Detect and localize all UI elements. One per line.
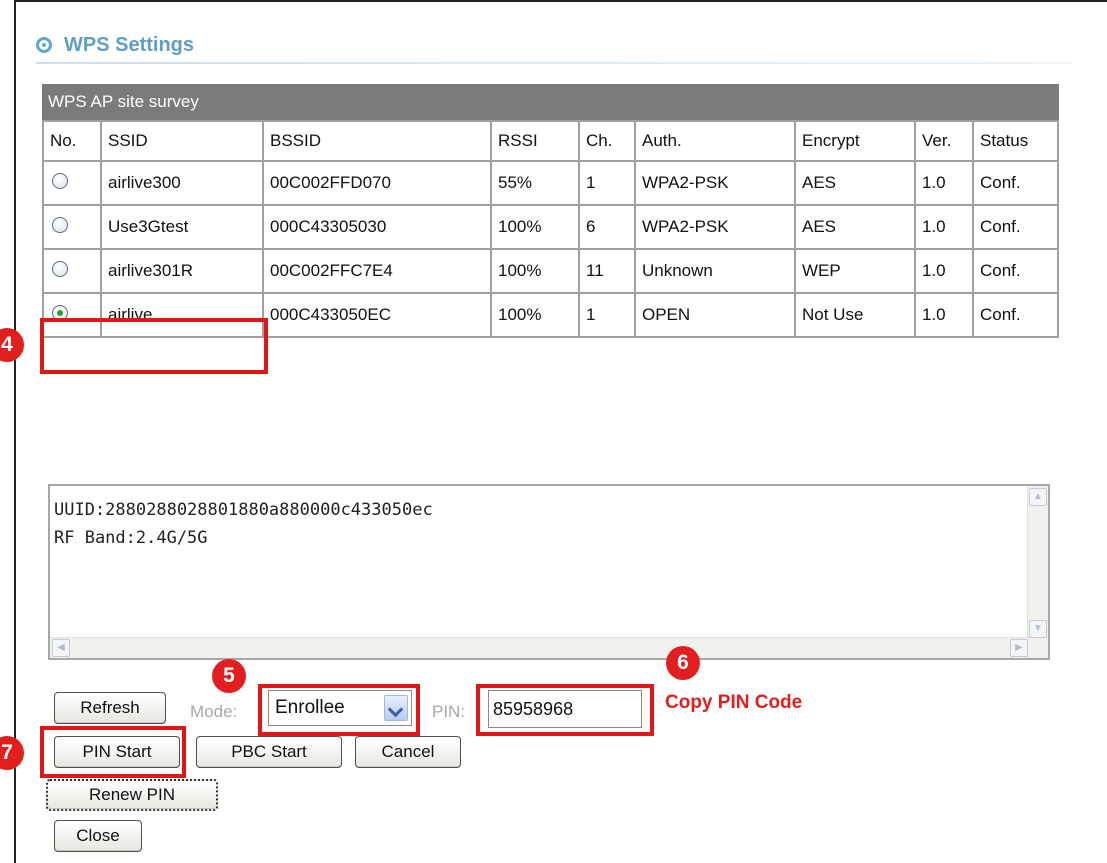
step-badge-5: 5 [212, 659, 246, 693]
bssid-cell: 00C002FFD070 [262, 160, 492, 206]
ssid-cell: airlive [100, 292, 264, 338]
encrypt-cell: WEP [794, 248, 916, 294]
bssid-cell: 00C002FFC7E4 [262, 248, 492, 294]
column-header: No. [42, 120, 102, 162]
column-header: Auth. [634, 120, 796, 162]
table-row[interactable]: Use3Gtest 000C43305030 100% 6 WPA2-PSK A… [42, 204, 1059, 250]
ssid-cell: airlive300 [100, 160, 264, 206]
column-header: Encrypt [794, 120, 916, 162]
rf-band-line: RF Band:2.4G/5G [54, 528, 208, 548]
row-select-cell [42, 160, 102, 206]
column-header: Ch. [578, 120, 636, 162]
encrypt-cell: AES [794, 204, 916, 250]
copy-pin-annotation: Copy PIN Code [665, 692, 803, 713]
auth-cell: WPA2-PSK [634, 204, 796, 250]
site-survey-table: No. SSID BSSID RSSI Ch. Auth. Encrypt Ve… [42, 120, 1059, 338]
scroll-up-icon[interactable]: ▲ [1029, 488, 1047, 506]
close-button[interactable]: Close [54, 820, 142, 852]
row-select-cell [42, 292, 102, 338]
channel-cell: 1 [578, 160, 636, 206]
auth-cell: OPEN [634, 292, 796, 338]
encrypt-cell: Not Use [794, 292, 916, 338]
scroll-down-icon[interactable]: ▼ [1029, 620, 1047, 638]
mode-select-value: Enrollee [275, 697, 345, 718]
refresh-button[interactable]: Refresh [54, 692, 166, 724]
pin-start-button[interactable]: PIN Start [54, 736, 180, 768]
channel-cell: 1 [578, 292, 636, 338]
bssid-cell: 000C433050EC [262, 292, 492, 338]
site-survey-title: WPS AP site survey [42, 84, 1059, 120]
pin-label: PIN: [432, 702, 466, 721]
column-header: Status [972, 120, 1059, 162]
page-header: WPS Settings [36, 28, 194, 62]
version-cell: 1.0 [914, 204, 974, 250]
table-row[interactable]: airlive301R 00C002FFC7E4 100% 11 Unknown… [42, 248, 1059, 294]
table-row[interactable]: airlive300 00C002FFD070 55% 1 WPA2-PSK A… [42, 160, 1059, 206]
rssi-cell: 100% [490, 204, 580, 250]
column-header: RSSI [490, 120, 580, 162]
row-radio[interactable] [52, 216, 68, 233]
target-icon [36, 37, 52, 53]
status-cell: Conf. [972, 248, 1059, 294]
site-survey-panel: WPS AP site survey No. SSID BSSID RSSI C… [42, 84, 1059, 338]
rssi-cell: 100% [490, 248, 580, 294]
horizontal-scrollbar[interactable]: ◀ ▶ [50, 637, 1030, 658]
status-cell: Conf. [972, 292, 1059, 338]
row-select-cell [42, 248, 102, 294]
table-header-row: No. SSID BSSID RSSI Ch. Auth. Encrypt Ve… [42, 120, 1059, 162]
auth-cell: WPA2-PSK [634, 160, 796, 206]
version-cell: 1.0 [914, 248, 974, 294]
scrollbar-corner [1028, 638, 1048, 658]
vertical-scrollbar[interactable]: ▲ ▼ [1027, 486, 1048, 640]
row-radio[interactable] [52, 172, 68, 189]
column-header: Ver. [914, 120, 974, 162]
info-text: UUID:2880288028801880a880000c433050ec RF … [54, 496, 433, 552]
version-cell: 1.0 [914, 160, 974, 206]
auth-cell: Unknown [634, 248, 796, 294]
status-cell: Conf. [972, 160, 1059, 206]
ssid-cell: airlive301R [100, 248, 264, 294]
column-header: BSSID [262, 120, 492, 162]
pin-input[interactable] [488, 690, 642, 728]
bssid-cell: 000C43305030 [262, 204, 492, 250]
mode-label: Mode: [190, 702, 238, 721]
mode-select[interactable]: Enrollee [268, 690, 412, 726]
row-select-cell [42, 204, 102, 250]
row-radio[interactable] [52, 260, 68, 277]
page-title: WPS Settings [64, 33, 195, 56]
table-row[interactable]: airlive 000C433050EC 100% 1 OPEN Not Use… [42, 292, 1059, 338]
wps-info-textarea[interactable]: UUID:2880288028801880a880000c433050ec RF … [48, 484, 1050, 660]
scroll-right-icon[interactable]: ▶ [1010, 639, 1028, 657]
renew-pin-button[interactable]: Renew PIN [46, 779, 218, 811]
channel-cell: 6 [578, 204, 636, 250]
step-badge-6: 6 [666, 646, 700, 680]
encrypt-cell: AES [794, 160, 916, 206]
row-radio-selected[interactable] [52, 304, 68, 321]
status-cell: Conf. [972, 204, 1059, 250]
channel-cell: 11 [578, 248, 636, 294]
cancel-button[interactable]: Cancel [355, 736, 461, 768]
rssi-cell: 55% [490, 160, 580, 206]
uuid-line: UUID:2880288028801880a880000c433050ec [54, 500, 433, 520]
version-cell: 1.0 [914, 292, 974, 338]
scroll-left-icon[interactable]: ◀ [52, 639, 70, 657]
column-header: SSID [100, 120, 264, 162]
ssid-cell: Use3Gtest [100, 204, 264, 250]
header-divider [36, 62, 1072, 64]
pbc-start-button[interactable]: PBC Start [196, 736, 342, 768]
rssi-cell: 100% [490, 292, 580, 338]
chevron-down-icon[interactable] [384, 695, 408, 721]
